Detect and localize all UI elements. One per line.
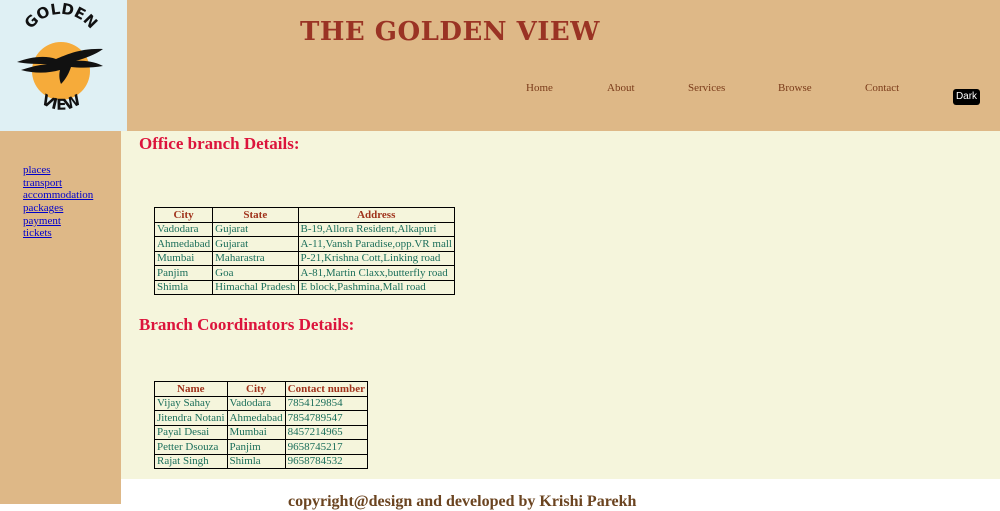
column-header: Name [154,381,228,397]
table-cell: Mumbai [153,250,214,266]
logo-top-text: GOLDEN [21,0,101,32]
table-cell: Goa [212,265,299,281]
table-row: Shimla Himachal Pradesh E block,Pashmina,M… [153,279,455,295]
table-cell: 9658784532 [284,453,368,469]
logo-graphic: GOLDEN VIEW [17,0,103,114]
table-row: Payal Desai Mumbai 8457214965 [154,424,368,440]
table-row: Vijay Sahay Vadodara 7854129854 [154,395,368,411]
nav-browse-link[interactable]: Browse [778,82,812,94]
table-cell: Gujarat [212,236,299,252]
table-header-row: Name City Contact number [154,381,368,397]
table-cell: Panjim [153,265,214,281]
table-cell: Shimla [226,453,286,469]
office-table: City State Address Vadodara Gujarat B-19,All… [153,207,455,295]
table-cell: Vijay Sahay [154,395,228,411]
table-row: Petter Dsouza Panjim 9658745217 [154,439,368,455]
logo: GOLDEN VIEW [0,0,127,131]
nav-services-link[interactable]: Services [688,82,725,94]
column-header: Contact number [284,381,368,397]
table-cell: 7854129854 [284,395,368,411]
main-content: Office branch Details: City State Address … [121,131,1000,479]
coordinators-table: Name City Contact number Vijay Sahay Vadoda… [154,381,368,469]
table-cell: 8457214965 [284,424,368,440]
table-cell: Vadodara [153,221,214,237]
dark-mode-button[interactable]: Dark [953,89,980,105]
table-cell: Rajat Singh [154,453,228,469]
column-header: State [212,207,299,223]
table-row: Rajat Singh Shimla 9658784532 [154,453,368,469]
sidebar: places transport accommodation packages … [0,131,121,504]
office-section-title: Office branch Details: [139,134,300,153]
nav-home-link[interactable]: Home [526,82,553,94]
table-cell: A-11,Vansh Paradise,opp.VR mall [297,236,455,252]
column-header: City [153,207,214,223]
table-cell: A-81,Martin Claxx,butterfly road [297,265,455,281]
table-cell: 9658745217 [284,439,368,455]
table-row: Panjim Goa A-81,Martin Claxx,butterfly roa… [153,265,455,281]
table-header-row: City State Address [153,207,455,223]
nav-contact-link[interactable]: Contact [865,82,899,94]
sidebar-link-places[interactable]: places [23,164,50,176]
sidebar-link-packages[interactable]: packages [23,202,63,214]
sidebar-link-payment[interactable]: payment [23,215,61,227]
table-cell: Ahmedabad [153,236,214,252]
sidebar-link-tickets[interactable]: tickets [23,227,52,239]
nav-about-link[interactable]: About [607,82,635,94]
table-cell: Vadodara [226,395,286,411]
table-cell: Petter Dsouza [154,439,228,455]
table-cell: Panjim [226,439,286,455]
table-cell: Shimla [153,279,214,295]
sidebar-menu: places transport accommodation packages … [23,164,93,240]
table-row: Jitendra Notani Ahmedabad 7854789547 [154,410,368,426]
table-cell: Ahmedabad [226,410,286,426]
footer-copyright: copyright@design and developed by Krishi… [288,493,637,510]
table-cell: Maharastra [212,250,299,266]
table-cell: Gujarat [212,221,299,237]
table-cell: B-19,Allora Resident,Alkapuri [297,221,455,237]
header: THE GOLDEN VIEW Home About Services Brow… [127,0,1000,131]
table-cell: 7854789547 [284,410,368,426]
table-cell: Payal Desai [154,424,228,440]
table-cell: P-21,Krishna Cott,Linking road [297,250,455,266]
table-row: Ahmedabad Gujarat A-11,Vansh Paradise,opp.… [153,236,455,252]
table-cell: Himachal Pradesh [212,279,299,295]
table-cell: Jitendra Notani [154,410,228,426]
table-cell: E block,Pashmina,Mall road [297,279,455,295]
sidebar-link-transport[interactable]: transport [23,177,62,189]
column-header: Address [297,207,455,223]
page-title: THE GOLDEN VIEW [300,17,600,47]
table-cell: Mumbai [226,424,286,440]
table-row: Vadodara Gujarat B-19,Allora Resident,Alka… [153,221,455,237]
svg-text:GOLDEN: GOLDEN [21,0,101,32]
coordinators-section-title: Branch Coordinators Details: [139,315,355,334]
sidebar-link-accommodation[interactable]: accommodation [23,189,93,201]
table-row: Mumbai Maharastra P-21,Krishna Cott,Linkin… [153,250,455,266]
column-header: City [226,381,286,397]
